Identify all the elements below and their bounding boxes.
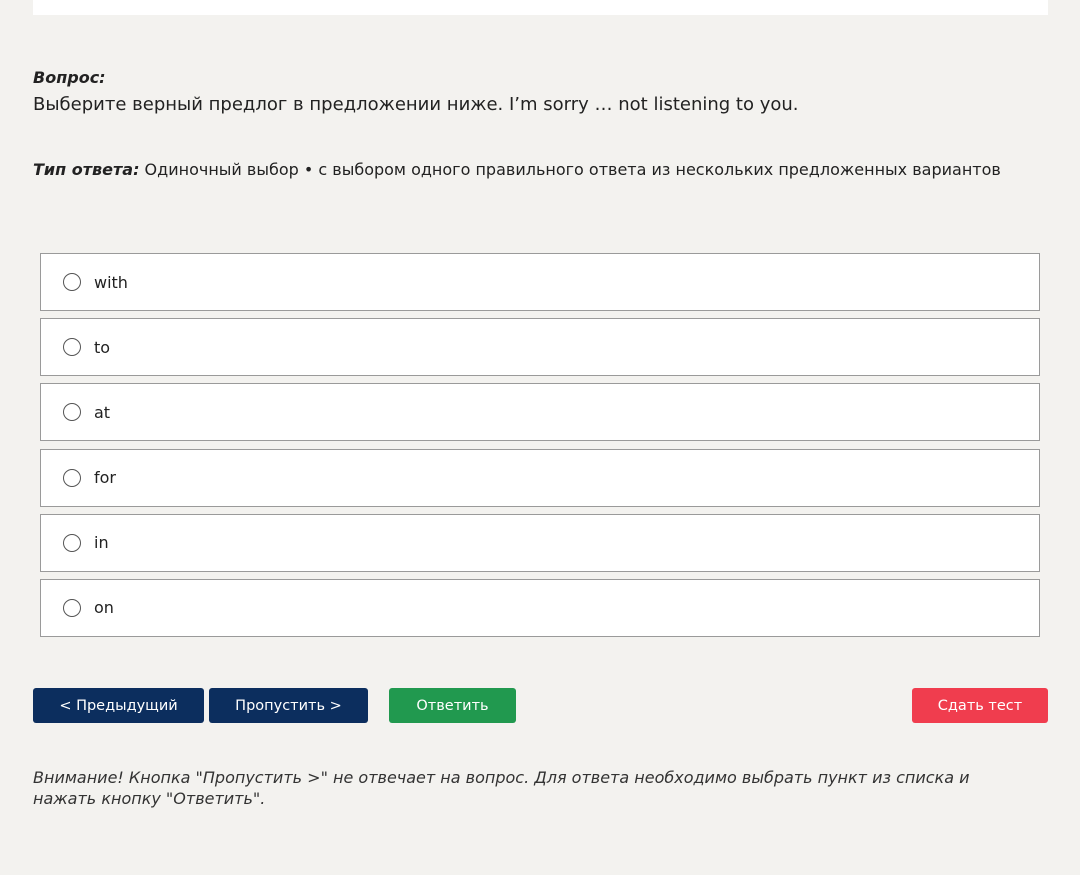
answer-option-label: with — [94, 272, 128, 292]
answer-type: Тип ответа: Одиночный выбор • с выбором … — [33, 160, 1001, 179]
answer-option[interactable]: in — [40, 513, 1040, 572]
radio-button-icon[interactable] — [63, 403, 81, 422]
previous-button[interactable]: < Предыдущий — [33, 688, 204, 723]
answer-option-label: to — [94, 337, 111, 357]
answer-option-label: on — [94, 598, 114, 618]
submit-test-button[interactable]: Сдать тест — [912, 688, 1048, 723]
answer-options: with to at for in on — [40, 253, 1040, 644]
question-label: Вопрос: — [33, 68, 106, 87]
radio-button-icon[interactable] — [63, 533, 81, 552]
radio-button-icon[interactable] — [63, 338, 81, 357]
answer-option[interactable]: at — [40, 383, 1040, 442]
radio-button-icon[interactable] — [63, 468, 81, 487]
answer-option[interactable]: with — [40, 253, 1040, 311]
answer-option[interactable]: for — [40, 448, 1040, 507]
top-panel — [33, 0, 1048, 15]
radio-button-icon[interactable] — [63, 273, 81, 291]
answer-type-value: Одиночный выбор • с выбором одного прави… — [139, 160, 1001, 179]
question-text: Выберите верный предлог в предложении ни… — [33, 94, 799, 115]
answer-option-label: at — [94, 402, 111, 422]
skip-warning-notice: Внимание! Кнопка "Пропустить >" не отвеч… — [33, 768, 970, 808]
answer-button[interactable]: Ответить — [389, 688, 516, 723]
answer-option-label: for — [94, 468, 116, 488]
answer-option-label: in — [94, 533, 109, 553]
test-page: Вопрос: Выберите верный предлог в предло… — [0, 0, 1080, 875]
skip-button[interactable]: Пропустить > — [209, 688, 368, 723]
answer-option[interactable]: to — [40, 318, 1040, 377]
answer-type-label: Тип ответа: — [33, 160, 140, 179]
radio-button-icon[interactable] — [63, 598, 81, 617]
answer-option[interactable]: on — [40, 578, 1040, 637]
